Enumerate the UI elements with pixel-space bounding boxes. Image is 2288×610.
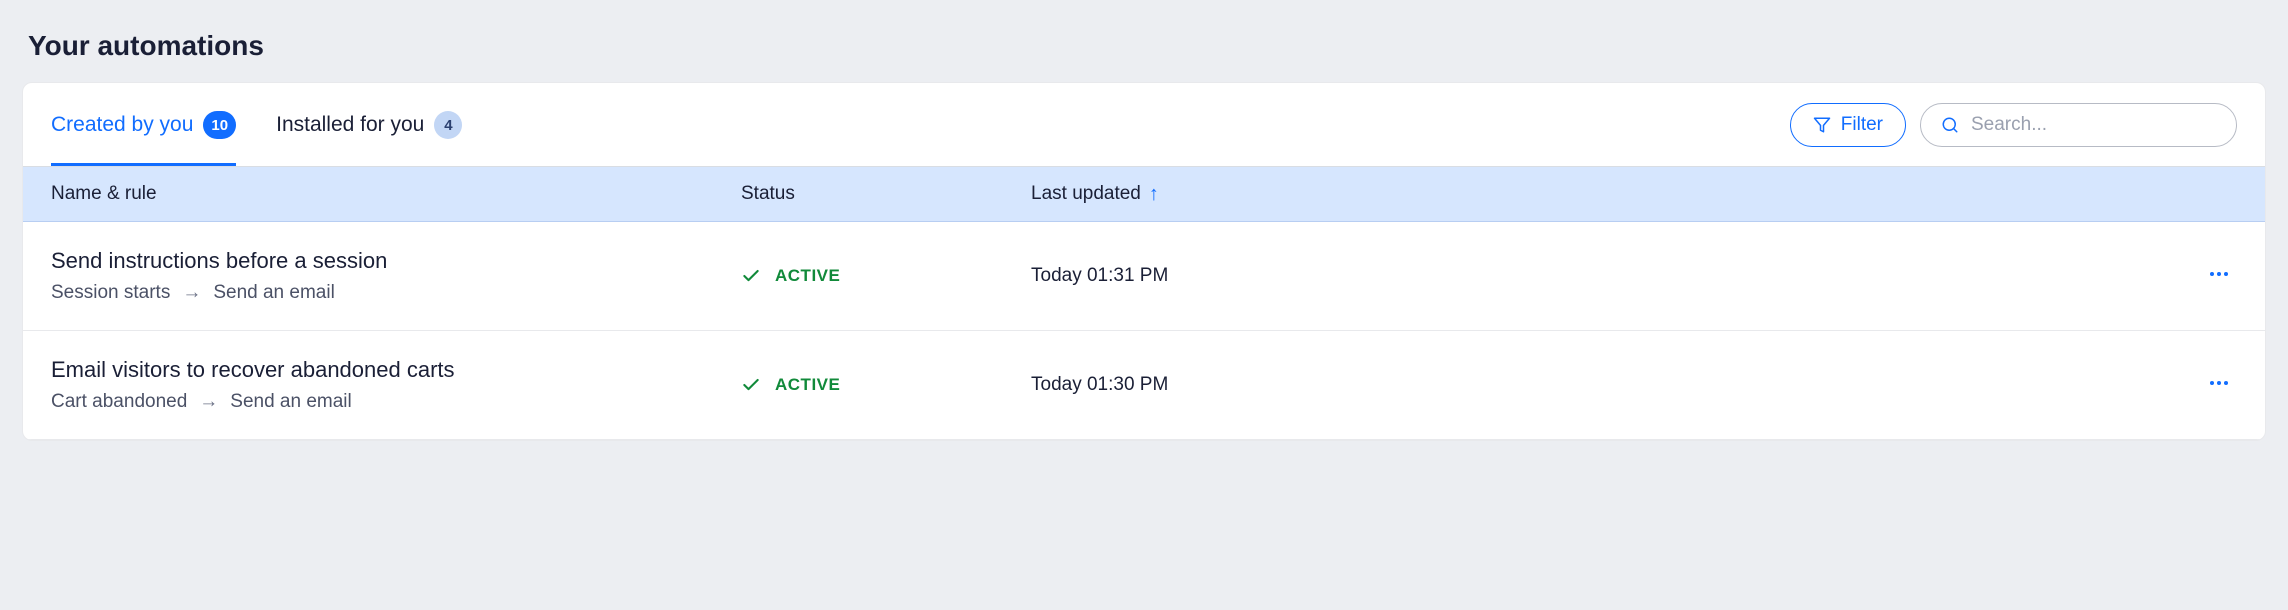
status-badge: ACTIVE [741, 375, 1031, 395]
more-actions-button[interactable] [2207, 262, 2231, 286]
tabs-row: Created by you 10 Installed for you 4 Fi… [23, 83, 2265, 167]
more-actions-button[interactable] [2207, 371, 2231, 395]
sort-arrow-up-icon: ↑ [1149, 184, 1159, 204]
filter-icon [1813, 116, 1831, 134]
column-updated[interactable]: Last updated ↑ [1031, 183, 2237, 205]
table-header: Name & rule Status Last updated ↑ [23, 167, 2265, 222]
controls: Filter [1790, 103, 2237, 147]
automation-rule: Session starts → Send an email [51, 282, 741, 304]
column-name[interactable]: Name & rule [51, 183, 741, 205]
cell-updated: Today 01:30 PM [1031, 374, 2207, 396]
tab-created-by-you[interactable]: Created by you 10 [51, 83, 236, 166]
search-wrap[interactable] [1920, 103, 2237, 147]
cell-updated: Today 01:31 PM [1031, 265, 2207, 287]
check-icon [741, 375, 761, 395]
tab-count-badge: 10 [203, 111, 236, 139]
automation-name: Send instructions before a session [51, 248, 741, 274]
tabs: Created by you 10 Installed for you 4 [51, 83, 462, 166]
automation-name: Email visitors to recover abandoned cart… [51, 357, 741, 383]
tab-count-badge: 4 [434, 111, 462, 139]
cell-name: Email visitors to recover abandoned cart… [51, 357, 741, 413]
arrow-right-icon: → [199, 391, 218, 413]
search-input[interactable] [1971, 114, 2216, 136]
table-row[interactable]: Email visitors to recover abandoned cart… [23, 331, 2265, 440]
updated-text: Today 01:31 PM [1031, 265, 1168, 287]
column-updated-label: Last updated [1031, 183, 1141, 205]
rule-action: Send an email [213, 282, 334, 304]
cell-status: ACTIVE [741, 266, 1031, 286]
status-badge: ACTIVE [741, 266, 1031, 286]
arrow-right-icon: → [182, 282, 201, 304]
tab-label: Installed for you [276, 113, 424, 137]
status-label: ACTIVE [775, 266, 840, 286]
rule-trigger: Session starts [51, 282, 170, 304]
column-status[interactable]: Status [741, 183, 1031, 205]
cell-status: ACTIVE [741, 375, 1031, 395]
tab-installed-for-you[interactable]: Installed for you 4 [276, 83, 462, 166]
search-icon [1941, 116, 1959, 134]
cell-name: Send instructions before a session Sessi… [51, 248, 741, 304]
check-icon [741, 266, 761, 286]
more-horizontal-icon [2207, 371, 2231, 395]
table-row[interactable]: Send instructions before a session Sessi… [23, 222, 2265, 331]
tab-label: Created by you [51, 113, 193, 137]
page-title: Your automations [0, 0, 2288, 82]
rule-action: Send an email [230, 391, 351, 413]
automation-rule: Cart abandoned → Send an email [51, 391, 741, 413]
automations-card: Created by you 10 Installed for you 4 Fi… [22, 82, 2266, 441]
updated-text: Today 01:30 PM [1031, 374, 1168, 396]
filter-label: Filter [1841, 114, 1883, 136]
status-label: ACTIVE [775, 375, 840, 395]
more-horizontal-icon [2207, 262, 2231, 286]
filter-button[interactable]: Filter [1790, 103, 1906, 147]
rule-trigger: Cart abandoned [51, 391, 187, 413]
